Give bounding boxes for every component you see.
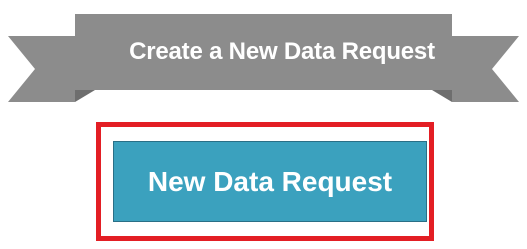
ribbon-right-fold [432, 90, 452, 102]
page-title: Create a New Data Request [129, 38, 435, 65]
new-data-request-button[interactable]: New Data Request [113, 141, 427, 222]
page: Create a New Data Request New Data Reque… [0, 0, 527, 249]
ribbon-left-fold [75, 90, 95, 102]
ribbon-left-tail [8, 36, 75, 102]
